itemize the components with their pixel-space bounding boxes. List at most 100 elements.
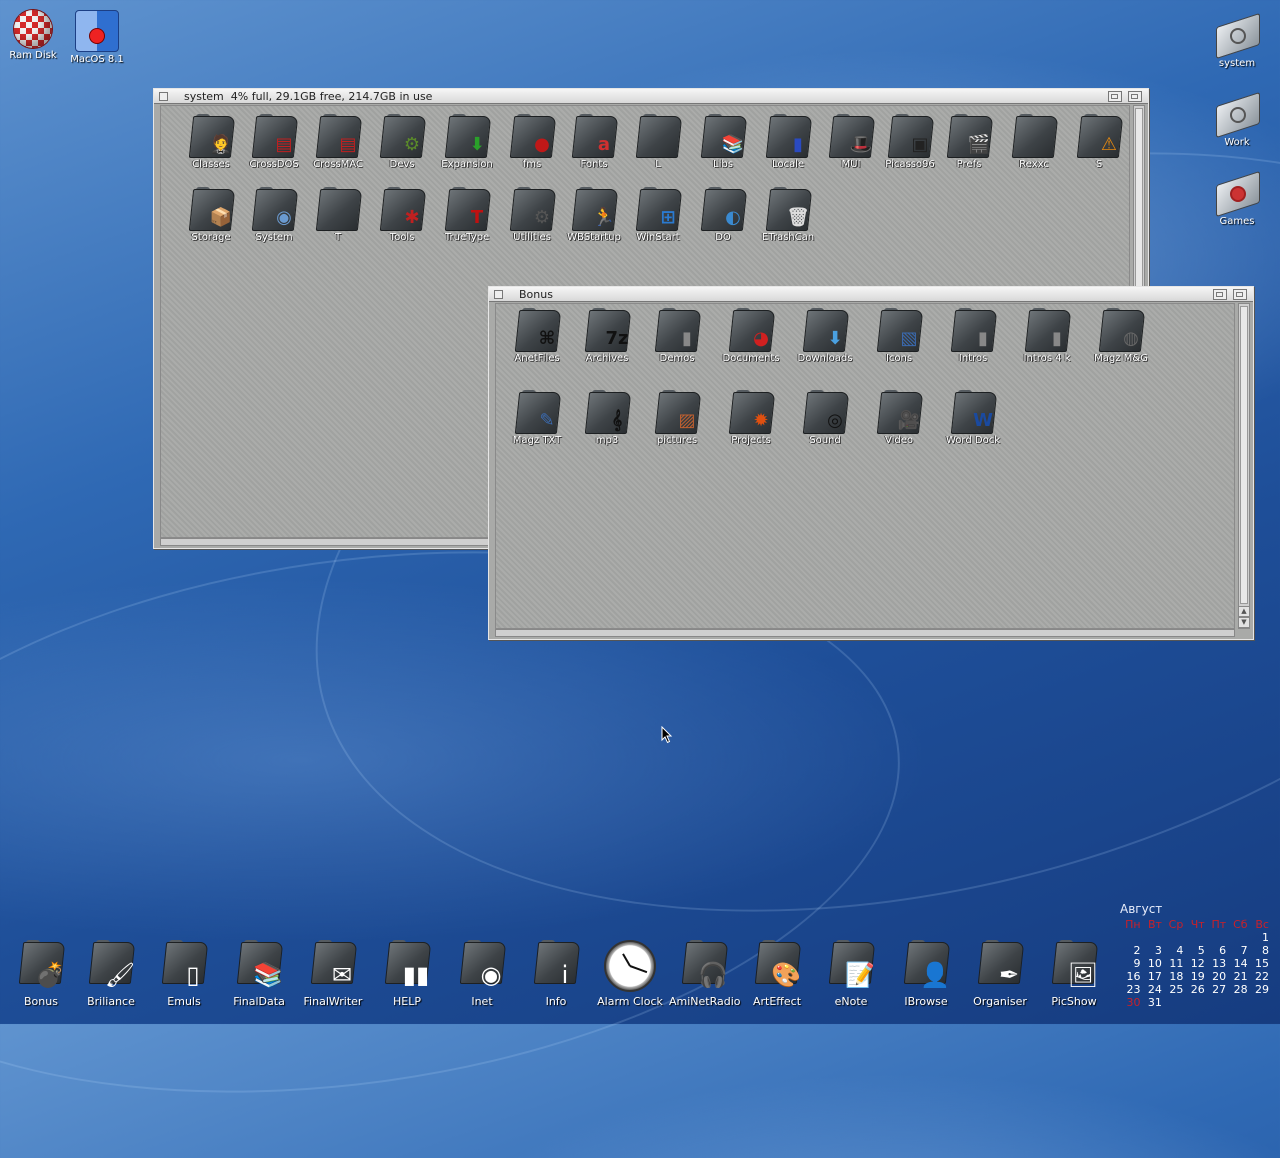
dock-item-emuls[interactable]: ▯ Emuls bbox=[149, 940, 219, 1008]
folder-icon-magz-txt[interactable]: ✎ Magz TXT bbox=[504, 390, 570, 446]
folder-icon-picasso96[interactable]: ▣ Picasso96 bbox=[877, 114, 943, 170]
folder-icon-crossmac[interactable]: ▤ CrossMAC bbox=[305, 114, 371, 170]
folder-icon-fonts[interactable]: a Fonts bbox=[561, 114, 627, 170]
folder-icon-magz-m-g[interactable]: ◍ Magz M&G bbox=[1088, 308, 1154, 364]
calendar-day[interactable]: 6 bbox=[1206, 944, 1227, 957]
calendar-day[interactable]: 4 bbox=[1163, 944, 1184, 957]
desktop-icon-macos[interactable]: MacOS 8.1 bbox=[64, 10, 130, 65]
folder-icon-truetype[interactable]: T TrueType bbox=[434, 187, 500, 243]
calendar-day[interactable]: 11 bbox=[1163, 957, 1184, 970]
folder-icon-do[interactable]: ◐ DO bbox=[690, 187, 756, 243]
folder-icon-word-dock[interactable]: W Word Dock bbox=[940, 390, 1006, 446]
calendar-day[interactable]: 1 bbox=[1249, 931, 1270, 944]
dock-item-arteffect[interactable]: 🎨 ArtEffect bbox=[742, 940, 812, 1008]
dock-item-picshow[interactable]: 🖼 PicShow bbox=[1039, 940, 1109, 1008]
calendar-day[interactable]: 17 bbox=[1142, 970, 1163, 983]
calendar-day[interactable]: 19 bbox=[1184, 970, 1205, 983]
folder-icon-s[interactable]: ⚠ S bbox=[1066, 114, 1132, 170]
calendar-day[interactable]: 5 bbox=[1184, 944, 1205, 957]
horizontal-scrollbar[interactable] bbox=[495, 629, 1235, 637]
calendar-day[interactable]: 9 bbox=[1120, 957, 1142, 970]
folder-icon-anetfiles[interactable]: ⌘ AnetFiles bbox=[504, 308, 570, 364]
dock-item-info[interactable]: i Info bbox=[521, 940, 591, 1008]
folder-icon-l[interactable]: L bbox=[625, 114, 691, 170]
dock-item-organiser[interactable]: ✒ Organiser bbox=[965, 940, 1035, 1008]
desktop-icon-ram-disk[interactable]: Ram Disk bbox=[0, 10, 66, 61]
folder-icon-documents[interactable]: ◕ Documents bbox=[718, 308, 784, 364]
calendar-day[interactable]: 8 bbox=[1249, 944, 1270, 957]
folder-icon-mp3[interactable]: 𝄞 mp3 bbox=[574, 390, 640, 446]
folder-icon-icons[interactable]: ▧ Icons bbox=[866, 308, 932, 364]
folder-icon-mui[interactable]: 🎩 MUI bbox=[818, 114, 884, 170]
calendar-day[interactable]: 20 bbox=[1206, 970, 1227, 983]
dock-item-finalwriter[interactable]: ✉ FinalWriter bbox=[298, 940, 368, 1008]
desktop-icon-games-drive[interactable]: Games bbox=[1204, 170, 1270, 227]
vertical-scrollbar[interactable] bbox=[1238, 303, 1250, 629]
calendar-day[interactable]: 18 bbox=[1163, 970, 1184, 983]
calendar-day[interactable]: 2 bbox=[1120, 944, 1142, 957]
calendar-day[interactable]: 15 bbox=[1249, 957, 1270, 970]
desktop-icon-system-drive[interactable]: system bbox=[1204, 12, 1270, 69]
calendar-day[interactable]: 21 bbox=[1227, 970, 1248, 983]
dock-item-finaldata[interactable]: 📚 FinalData bbox=[224, 940, 294, 1008]
calendar-day[interactable]: 7 bbox=[1227, 944, 1248, 957]
folder-icon-tools[interactable]: ✱ Tools bbox=[369, 187, 435, 243]
folder-icon-system[interactable]: ◉ System bbox=[241, 187, 307, 243]
calendar-day[interactable]: 24 bbox=[1142, 983, 1163, 996]
folder-icon-demos[interactable]: ▮ Demos bbox=[644, 308, 710, 364]
calendar-day[interactable]: 22 bbox=[1249, 970, 1270, 983]
folder-icon-locale[interactable]: ▮ Locale bbox=[755, 114, 821, 170]
folder-icon-fms[interactable]: ● fms bbox=[499, 114, 565, 170]
depth-gadget-icon[interactable] bbox=[1128, 91, 1142, 102]
folder-icon-storage[interactable]: 📦 Storage bbox=[178, 187, 244, 243]
calendar-day[interactable]: 31 bbox=[1142, 996, 1163, 1009]
folder-icon-intros-4-k[interactable]: ▮ Intros 4 k bbox=[1014, 308, 1080, 364]
folder-icon-video[interactable]: 🎥 Video bbox=[866, 390, 932, 446]
calendar-day[interactable]: 14 bbox=[1227, 957, 1248, 970]
scroll-knob[interactable] bbox=[1240, 306, 1248, 604]
calendar-day[interactable]: 13 bbox=[1206, 957, 1227, 970]
folder-icon-expansion[interactable]: ⬇ Expansion bbox=[434, 114, 500, 170]
dock-item-briliance[interactable]: 🖌 Briliance bbox=[76, 940, 146, 1008]
dock-item-inet[interactable]: ◉ Inet bbox=[447, 940, 517, 1008]
folder-icon-devs[interactable]: ⚙ Devs bbox=[369, 114, 435, 170]
calendar-day[interactable]: 23 bbox=[1120, 983, 1142, 996]
folder-icon-winstart[interactable]: ⊞ WinStart bbox=[625, 187, 691, 243]
folder-icon-rexxc[interactable]: Rexxc bbox=[1001, 114, 1067, 170]
calendar-day[interactable]: 10 bbox=[1142, 957, 1163, 970]
folder-icon-classes[interactable]: 🤵 Classes bbox=[178, 114, 244, 170]
folder-icon-archives[interactable]: 7z Archives bbox=[574, 308, 640, 364]
window-titlebar[interactable]: Bonus bbox=[489, 287, 1253, 302]
dock-item-bonus[interactable]: 💣 Bonus bbox=[6, 940, 76, 1008]
folder-icon-sound[interactable]: ◎ Sound bbox=[792, 390, 858, 446]
folder-icon-pictures[interactable]: ▨ pictures bbox=[644, 390, 710, 446]
dock-item-help[interactable]: ▮▮ HELP bbox=[372, 940, 442, 1008]
zoom-gadget-icon[interactable] bbox=[1213, 289, 1227, 300]
zoom-gadget-icon[interactable] bbox=[1108, 91, 1122, 102]
bonus-window[interactable]: Bonus ⌘ AnetFiles 7z Archives ▮ Demos ◕ Documen… bbox=[488, 286, 1254, 640]
folder-icon-wbstartup[interactable]: 🏃 WBStartup bbox=[561, 187, 627, 243]
folder-icon-downloads[interactable]: ⬇ Downloads bbox=[792, 308, 858, 364]
calendar-day[interactable]: 29 bbox=[1249, 983, 1270, 996]
folder-icon-utilities[interactable]: ⚙ Utilities bbox=[499, 187, 565, 243]
calendar-day[interactable]: 25 bbox=[1163, 983, 1184, 996]
folder-icon-etrashcan[interactable]: 🗑 ETrashCan bbox=[755, 187, 821, 243]
calendar-day[interactable]: 26 bbox=[1184, 983, 1205, 996]
dock-item-ibrowse[interactable]: 👤 IBrowse bbox=[891, 940, 961, 1008]
calendar-day[interactable]: 16 bbox=[1120, 970, 1142, 983]
folder-icon-prefs[interactable]: 🎬 Prefs bbox=[936, 114, 1002, 170]
calendar-day[interactable]: 30 bbox=[1120, 996, 1142, 1009]
folder-icon-intros[interactable]: ▮ Intros bbox=[940, 308, 1006, 364]
depth-gadget-icon[interactable] bbox=[1233, 289, 1247, 300]
calendar-day[interactable]: 12 bbox=[1184, 957, 1205, 970]
dock-item-alarm-clock[interactable]: Alarm Clock bbox=[595, 940, 665, 1008]
folder-icon-t[interactable]: T bbox=[305, 187, 371, 243]
window-titlebar[interactable]: system 4% full, 29.1GB free, 214.7GB in … bbox=[154, 89, 1148, 104]
calendar-day[interactable]: 28 bbox=[1227, 983, 1248, 996]
dock-item-aminetradio[interactable]: 🎧 AmiNetRadio bbox=[669, 940, 741, 1008]
desktop-icon-work-drive[interactable]: Work bbox=[1204, 91, 1270, 148]
folder-icon-crossdos[interactable]: ▤ CrossDOS bbox=[241, 114, 307, 170]
close-gadget-icon[interactable] bbox=[159, 92, 168, 101]
calendar-day[interactable]: 27 bbox=[1206, 983, 1227, 996]
calendar-day[interactable]: 3 bbox=[1142, 944, 1163, 957]
